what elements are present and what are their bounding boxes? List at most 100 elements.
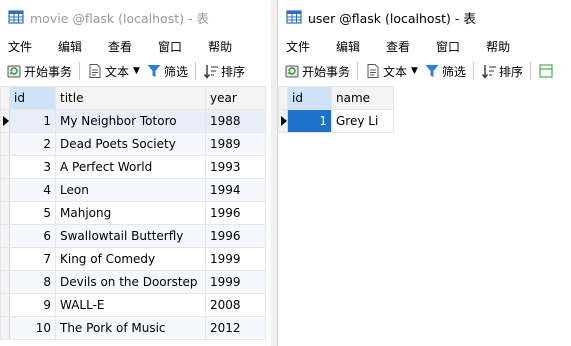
sort-button[interactable]: 排序 [203, 63, 245, 80]
cell-id[interactable]: 10 [9, 316, 56, 340]
row-indicator [278, 109, 288, 133]
menu-view[interactable]: 查看 [386, 38, 410, 55]
sort-label: 排序 [220, 64, 245, 79]
user-data-grid: id name 1 Grey Li [278, 86, 394, 133]
begin-transaction-button[interactable]: 开始事务 [6, 63, 72, 80]
table-row[interactable]: 5 Mahjong 1996 [0, 201, 266, 225]
begin-transaction-label: 开始事务 [302, 64, 351, 79]
cell-id[interactable]: 1 [287, 109, 332, 133]
column-header-year[interactable]: year [205, 86, 266, 110]
menu-edit[interactable]: 编辑 [336, 38, 360, 55]
column-header-id[interactable]: id [287, 86, 332, 110]
table-row[interactable]: 7 King of Comedy 1999 [0, 247, 266, 271]
menu-window[interactable]: 窗口 [436, 38, 460, 55]
toolbar-separator [194, 62, 196, 80]
table-row[interactable]: 2 Dead Poets Society 1989 [0, 132, 266, 156]
cell-title[interactable]: A Perfect World [55, 155, 206, 179]
filter-label: 筛选 [441, 64, 466, 79]
transaction-icon [7, 65, 21, 78]
menu-file[interactable]: 文件 [286, 38, 310, 55]
toolbar-overflow-button[interactable] [538, 63, 556, 79]
cell-year[interactable]: 2012 [205, 316, 266, 340]
toolbar-separator [472, 62, 474, 80]
cell-title[interactable]: Swallowtail Butterfly [55, 224, 206, 248]
sort-button[interactable]: 排序 [481, 63, 523, 80]
cell-year[interactable]: 1988 [205, 109, 266, 133]
cell-title[interactable]: King of Comedy [55, 247, 206, 271]
table-icon [8, 10, 24, 24]
menu-help[interactable]: 帮助 [208, 38, 232, 55]
cell-id[interactable]: 5 [9, 201, 56, 225]
cell-id[interactable]: 3 [9, 155, 56, 179]
row-indicator [0, 270, 10, 294]
column-header-id[interactable]: id [9, 86, 56, 110]
filter-label: 筛选 [163, 64, 188, 79]
row-header-corner [0, 86, 10, 110]
menu-edit[interactable]: 编辑 [58, 38, 82, 55]
window-title: user @flask (localhost) - 表 [308, 10, 476, 26]
cell-id[interactable]: 9 [9, 293, 56, 317]
movie-data-grid: id title year 1 My Neighbor Totoro 1988 … [0, 86, 266, 340]
cell-year[interactable]: 1989 [205, 132, 266, 156]
cell-title[interactable]: The Pork of Music [55, 316, 206, 340]
toolbar-separator [529, 62, 531, 80]
chevron-down-icon[interactable]: ▼ [411, 66, 418, 76]
grid-icon [539, 64, 553, 78]
begin-transaction-button[interactable]: 开始事务 [284, 63, 350, 80]
cell-year[interactable]: 1994 [205, 178, 266, 202]
table-row[interactable]: 4 Leon 1994 [0, 178, 266, 202]
text-button[interactable]: 文本 ▼ [365, 63, 424, 80]
begin-transaction-label: 开始事务 [24, 64, 73, 79]
toolbar-separator [357, 62, 359, 80]
document-icon [89, 64, 101, 78]
cell-title[interactable]: Mahjong [55, 201, 206, 225]
sort-label: 排序 [498, 64, 523, 79]
table-row[interactable]: 10 The Pork of Music 2012 [0, 316, 266, 340]
table-row[interactable]: 9 WALL-E 2008 [0, 293, 266, 317]
row-indicator [0, 247, 10, 271]
menu-help[interactable]: 帮助 [486, 38, 510, 55]
transaction-icon [285, 65, 299, 78]
cell-title[interactable]: WALL-E [55, 293, 206, 317]
cell-year[interactable]: 1996 [205, 201, 266, 225]
column-header-title[interactable]: title [55, 86, 206, 110]
cell-title[interactable]: Leon [55, 178, 206, 202]
filter-button[interactable]: 筛选 [424, 63, 466, 80]
toolbar-separator [79, 62, 81, 80]
cell-title[interactable]: My Neighbor Totoro [55, 109, 206, 133]
table-row[interactable]: 3 A Perfect World 1993 [0, 155, 266, 179]
cell-id[interactable]: 7 [9, 247, 56, 271]
cell-year[interactable]: 1996 [205, 224, 266, 248]
filter-icon [425, 65, 439, 77]
sort-icon [203, 65, 218, 79]
cell-title[interactable]: Dead Poets Society [55, 132, 206, 156]
cell-id[interactable]: 1 [9, 109, 56, 133]
cell-title[interactable]: Devils on the Doorstep [55, 270, 206, 294]
cell-year[interactable]: 1999 [205, 270, 266, 294]
table-row[interactable]: 1 Grey Li [278, 109, 394, 133]
cell-year[interactable]: 1999 [205, 247, 266, 271]
cell-id[interactable]: 8 [9, 270, 56, 294]
cell-year[interactable]: 2008 [205, 293, 266, 317]
menu-window[interactable]: 窗口 [158, 38, 182, 55]
menu-file[interactable]: 文件 [8, 38, 32, 55]
cell-id[interactable]: 2 [9, 132, 56, 156]
cell-year[interactable]: 1993 [205, 155, 266, 179]
menubar: 文件 编辑 查看 窗口 帮助 [0, 34, 271, 58]
table-row[interactable]: 6 Swallowtail Butterfly 1996 [0, 224, 266, 248]
cell-id[interactable]: 4 [9, 178, 56, 202]
text-label: 文本 [383, 64, 408, 79]
cell-name[interactable]: Grey Li [331, 109, 394, 133]
column-header-name[interactable]: name [331, 86, 394, 110]
table-row[interactable]: 1 My Neighbor Totoro 1988 [0, 109, 266, 133]
table-icon [286, 10, 302, 24]
header-row: id title year [0, 86, 266, 110]
menu-view[interactable]: 查看 [108, 38, 132, 55]
text-button[interactable]: 文本 ▼ [87, 63, 146, 80]
table-row[interactable]: 8 Devils on the Doorstep 1999 [0, 270, 266, 294]
document-icon [367, 64, 379, 78]
cell-id[interactable]: 6 [9, 224, 56, 248]
chevron-down-icon[interactable]: ▼ [133, 66, 140, 76]
row-indicator [0, 316, 10, 340]
filter-button[interactable]: 筛选 [146, 63, 188, 80]
